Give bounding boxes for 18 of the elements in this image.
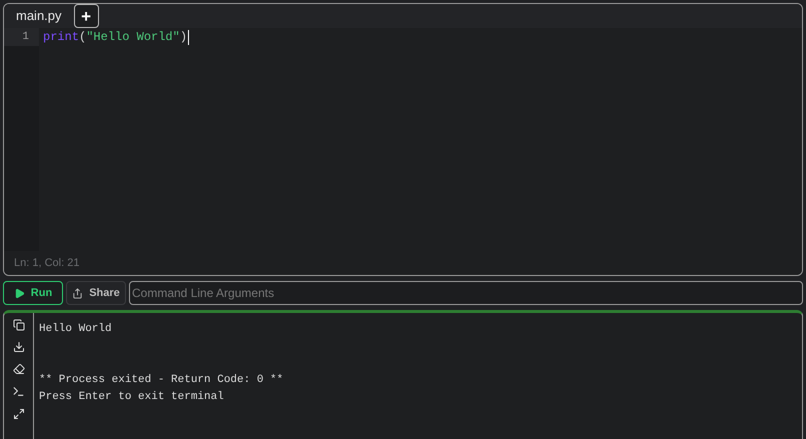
share-button[interactable]: Share — [66, 281, 126, 305]
play-icon — [14, 288, 25, 298]
line-number: 1 — [4, 28, 39, 46]
new-tab-button[interactable]: + — [74, 4, 99, 28]
cursor-position: Ln: 1, Col: 21 — [14, 256, 80, 271]
copy-icon[interactable] — [12, 319, 24, 331]
terminal-prompt-icon[interactable] — [12, 385, 25, 398]
run-button[interactable]: Run — [3, 281, 63, 305]
expand-icon[interactable] — [12, 408, 24, 420]
arguments-field[interactable]: Command Line Arguments — [129, 281, 803, 305]
terminal-output-line: Hello World — [39, 322, 113, 337]
download-icon[interactable] — [12, 341, 24, 353]
terminal-output-line: ** Process exited - Return Code: 0 ** — [39, 373, 284, 388]
code-line: print("Hello World") — [43, 29, 188, 46]
eraser-icon[interactable] — [12, 363, 24, 375]
terminal-output-line: Press Enter to exit terminal — [39, 390, 225, 405]
share-arrow-icon — [72, 288, 84, 298]
text-cursor — [188, 30, 190, 44]
